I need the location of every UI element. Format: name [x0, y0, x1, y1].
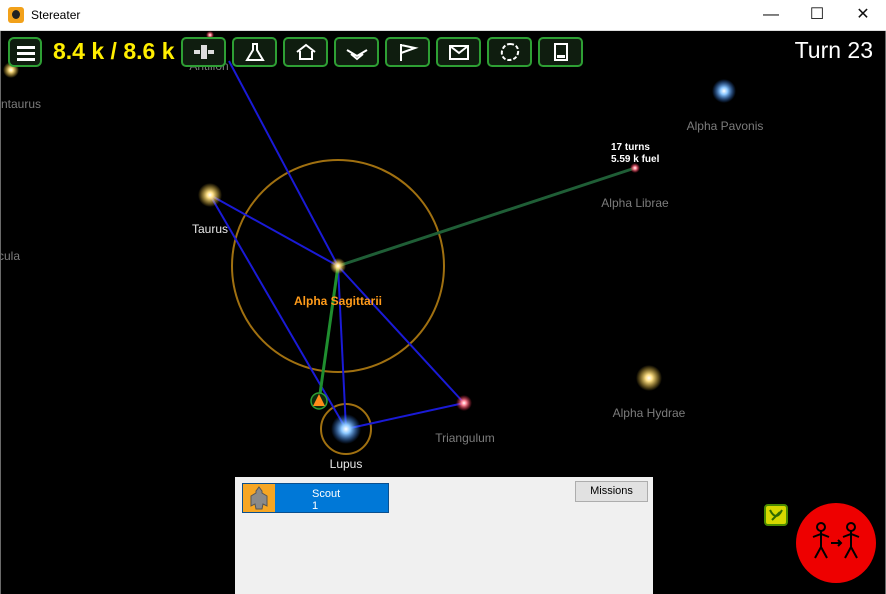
star-taurus[interactable]	[198, 183, 222, 207]
development-button[interactable]	[283, 37, 328, 67]
flag-icon	[399, 44, 419, 61]
star-alpha-hydrae[interactable]	[636, 365, 662, 391]
starlane	[337, 265, 465, 404]
fleet-route	[337, 166, 636, 268]
fleet-name: Scout	[312, 488, 341, 500]
library-button[interactable]	[487, 37, 532, 67]
close-button[interactable]: ✕	[840, 0, 886, 31]
star-alpha-sagittarii[interactable]	[330, 258, 346, 274]
star-label-alpha-hydrae: Alpha Hydrae	[612, 406, 686, 420]
star-label-triangulum: Triangulum	[435, 431, 495, 445]
star-label-alpha-pavonis: Alpha Pavonis	[686, 119, 764, 133]
fleet-count: 1	[312, 500, 319, 512]
main-menu-button[interactable]	[8, 37, 42, 67]
end-turn-icon	[812, 522, 860, 559]
starlane	[209, 194, 347, 430]
scout-ship-icon	[243, 484, 275, 512]
mail-icon	[448, 45, 469, 60]
star-label-alpha-librae: Alpha Librae	[601, 196, 669, 210]
minimize-button[interactable]: —	[748, 0, 794, 31]
end-turn-button[interactable]	[796, 503, 876, 583]
window-title: Stereater	[31, 8, 81, 22]
eta-turns: 17 turns	[611, 142, 650, 153]
star-label-lupus: Lupus	[329, 457, 363, 471]
eta-fuel: 5.59 k fuel	[611, 154, 660, 165]
starlane	[345, 402, 465, 430]
research-button[interactable]	[232, 37, 277, 67]
reports-icon	[553, 43, 568, 61]
route-eta: 17 turns 5.59 k fuel	[611, 142, 659, 166]
ship-design-icon	[345, 49, 368, 61]
development-icon	[295, 43, 316, 60]
star-label-alpha-sagittarii: Alpha Sagittarii	[293, 294, 383, 308]
missions-button[interactable]: Missions	[575, 481, 648, 502]
fleet-route	[317, 265, 340, 402]
colonize-icon	[193, 45, 214, 59]
ship-design-button[interactable]	[334, 37, 379, 67]
star-label-ntaurus: ntaurus	[0, 97, 42, 111]
star-label-cula: cula	[0, 249, 21, 263]
window-titlebar: Stereater — ☐ ✕	[0, 0, 886, 31]
app-icon	[8, 7, 24, 23]
star-triangulum[interactable]	[456, 395, 472, 411]
library-icon	[500, 42, 519, 62]
flag-button[interactable]	[385, 37, 430, 67]
star-lupus[interactable]	[331, 414, 361, 444]
fleet-card[interactable]: Scout 1	[242, 483, 389, 513]
colonize-button[interactable]	[181, 37, 226, 67]
fleet-panel: Scout 1 Missions	[235, 477, 653, 594]
star-alpha-pavonis[interactable]	[712, 79, 736, 103]
reports-button[interactable]	[538, 37, 583, 67]
notification-icon[interactable]	[764, 504, 788, 526]
galaxy-map[interactable]: Taurus Alpha Sagittarii Lupus Triangulum…	[0, 31, 886, 594]
mail-button[interactable]	[436, 37, 481, 67]
research-flask-icon	[244, 43, 265, 61]
fleet-marker[interactable]	[310, 392, 328, 410]
energy-readout: 8.4 k / 8.6 k	[53, 38, 175, 64]
turn-counter: Turn 23	[794, 37, 873, 63]
maximize-button[interactable]: ☐	[794, 0, 840, 31]
star-label-taurus: Taurus	[191, 222, 229, 236]
